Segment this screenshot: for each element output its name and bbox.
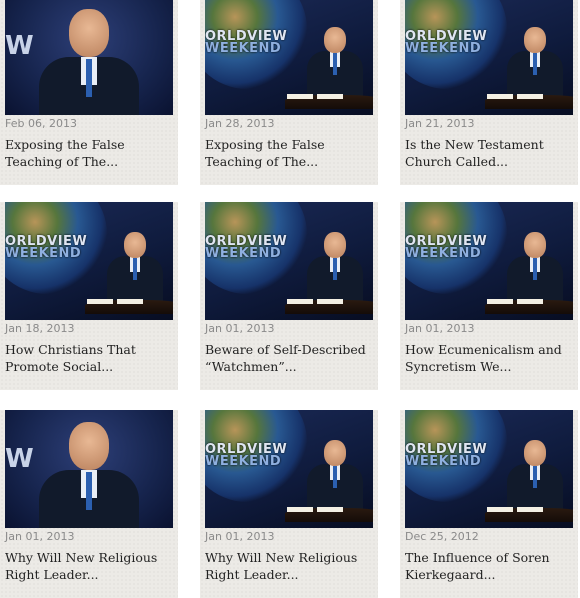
video-date: Jan 18, 2013	[5, 322, 75, 335]
video-date: Jan 28, 2013	[205, 117, 275, 130]
video-title-link[interactable]: Exposing the False Teaching of The...	[5, 136, 173, 170]
video-thumbnail[interactable]: W	[5, 410, 173, 528]
show-logo: ORLDVIEW WEEKEND	[405, 234, 488, 261]
video-date: Jan 01, 2013	[5, 530, 75, 543]
show-logo: W	[5, 444, 34, 474]
video-date: Jan 01, 2013	[205, 530, 275, 543]
host-figure	[507, 232, 563, 306]
video-card[interactable]: ORLDVIEW WEEKEND Jan 18, 2013 How Christi…	[0, 202, 178, 390]
host-figure	[307, 27, 363, 101]
host-figure	[507, 27, 563, 101]
video-title-link[interactable]: How Ecumenicalism and Syncretism We...	[405, 341, 573, 375]
show-logo: ORLDVIEW WEEKEND	[5, 234, 88, 261]
video-date: Dec 25, 2012	[405, 530, 479, 543]
video-title-link[interactable]: How Christians That Promote Social...	[5, 341, 173, 375]
video-title-link[interactable]: The Influence of Soren Kierkegaard...	[405, 549, 573, 583]
video-thumbnail[interactable]: ORLDVIEW WEEKEND	[405, 410, 573, 528]
show-logo: W	[5, 31, 34, 61]
video-card[interactable]: ORLDVIEW WEEKEND Jan 01, 2013 How Ecumeni…	[400, 202, 578, 390]
host-figure	[307, 440, 363, 514]
video-thumbnail[interactable]: ORLDVIEW WEEKEND	[405, 0, 573, 115]
video-card[interactable]: ORLDVIEW WEEKEND Jan 01, 2013 Beware of S…	[200, 202, 378, 390]
video-card[interactable]: W Feb 06, 2013 Exposing the False Teachi…	[0, 0, 178, 185]
video-title-link[interactable]: Is the New Testament Church Called...	[405, 136, 573, 170]
video-thumbnail[interactable]: W	[5, 0, 173, 115]
video-title-link[interactable]: Beware of Self-Described “Watchmen”...	[205, 341, 373, 375]
video-card[interactable]: ORLDVIEW WEEKEND Jan 28, 2013 Exposing th…	[200, 0, 378, 185]
show-logo: ORLDVIEW WEEKEND	[205, 442, 288, 469]
video-thumbnail[interactable]: ORLDVIEW WEEKEND	[5, 202, 173, 320]
video-date: Jan 01, 2013	[205, 322, 275, 335]
video-thumbnail[interactable]: ORLDVIEW WEEKEND	[205, 202, 373, 320]
show-logo: ORLDVIEW WEEKEND	[205, 29, 288, 56]
video-grid: W Feb 06, 2013 Exposing the False Teachi…	[0, 0, 580, 598]
show-logo: ORLDVIEW WEEKEND	[205, 234, 288, 261]
video-date: Feb 06, 2013	[5, 117, 77, 130]
video-title-link[interactable]: Why Will New Religious Right Leader...	[5, 549, 173, 583]
show-logo: ORLDVIEW WEEKEND	[405, 29, 488, 56]
video-thumbnail[interactable]: ORLDVIEW WEEKEND	[205, 410, 373, 528]
video-thumbnail[interactable]: ORLDVIEW WEEKEND	[405, 202, 573, 320]
host-figure	[307, 232, 363, 306]
host-figure	[107, 232, 163, 306]
host-figure	[39, 5, 139, 115]
video-thumbnail[interactable]: ORLDVIEW WEEKEND	[205, 0, 373, 115]
video-card[interactable]: ORLDVIEW WEEKEND Jan 01, 2013 Why Will Ne…	[200, 410, 378, 598]
host-figure	[507, 440, 563, 514]
video-date: Jan 01, 2013	[405, 322, 475, 335]
video-title-link[interactable]: Exposing the False Teaching of The...	[205, 136, 373, 170]
video-card[interactable]: W Jan 01, 2013 Why Will New Religious Ri…	[0, 410, 178, 598]
host-figure	[39, 418, 139, 528]
video-card[interactable]: ORLDVIEW WEEKEND Dec 25, 2012 The Influen…	[400, 410, 578, 598]
video-date: Jan 21, 2013	[405, 117, 475, 130]
show-logo: ORLDVIEW WEEKEND	[405, 442, 488, 469]
video-title-link[interactable]: Why Will New Religious Right Leader...	[205, 549, 373, 583]
video-card[interactable]: ORLDVIEW WEEKEND Jan 21, 2013 Is the New …	[400, 0, 578, 185]
